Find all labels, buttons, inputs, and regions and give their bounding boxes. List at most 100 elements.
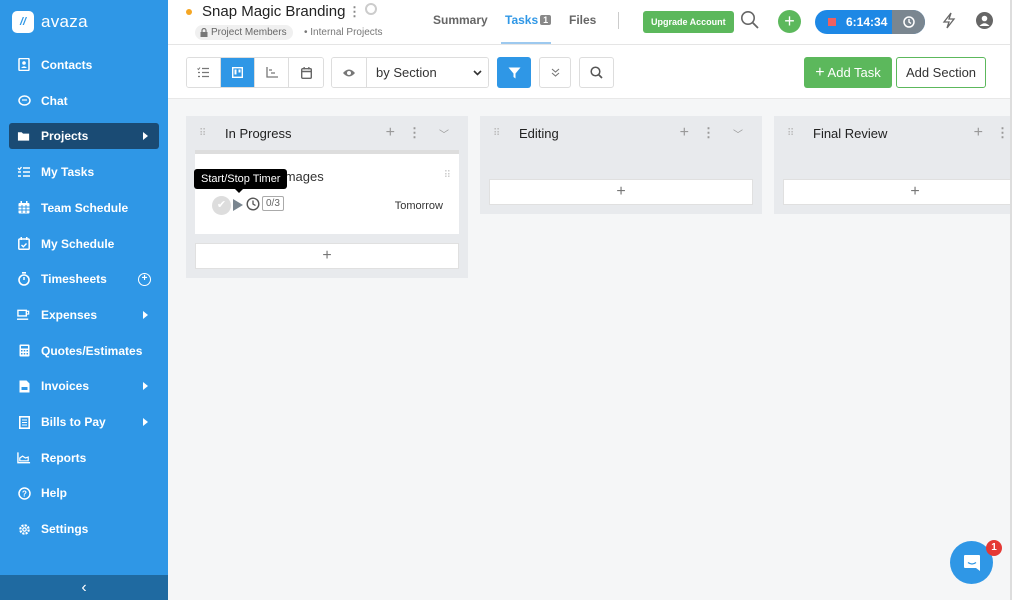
chat-notification-badge: 1 <box>986 540 1002 556</box>
help-icon: ? <box>17 486 31 500</box>
user-avatar-icon[interactable] <box>976 12 993 29</box>
add-task-to-column-icon[interactable]: + <box>386 124 395 142</box>
kanban-icon <box>232 67 243 78</box>
submenu-arrow-icon <box>143 132 148 141</box>
logo-text: avaza <box>41 12 88 31</box>
collapse-sidebar-button[interactable]: ‹ <box>0 575 168 600</box>
cup-icon <box>17 308 31 322</box>
tab-tasks-label: Tasks <box>505 13 539 27</box>
tasks-icon <box>17 165 31 179</box>
filter-button[interactable] <box>497 57 531 88</box>
view-switcher <box>186 57 324 88</box>
column-title[interactable]: Final Review <box>813 126 887 141</box>
sidebar-item-label: Quotes/Estimates <box>41 343 143 358</box>
drag-handle-icon[interactable]: ⠿ <box>199 128 217 139</box>
project-complete-toggle[interactable] <box>365 3 377 15</box>
add-task-to-column-icon[interactable]: + <box>974 124 983 142</box>
collapse-all-button[interactable] <box>539 57 571 88</box>
add-task-row-button[interactable]: + <box>783 179 1012 205</box>
calendar-check-icon <box>17 237 31 251</box>
list-view-button[interactable] <box>187 58 221 87</box>
board-view-button[interactable] <box>221 58 255 87</box>
collapse-column-icon[interactable]: ﹀ <box>733 126 743 141</box>
upgrade-account-button[interactable]: Upgrade Account <box>643 11 734 33</box>
board-column: ⠿ Final Review + ⋮ ﹀ + <box>774 116 1012 214</box>
top-bar: Snap Magic Branding ⋮ Project Members • … <box>168 0 1012 45</box>
sidebar-item-timesheets[interactable]: Timesheets + <box>0 261 168 297</box>
running-timer[interactable]: 6:14:34 <box>815 10 925 34</box>
global-search-icon[interactable] <box>740 10 760 35</box>
task-due-date[interactable]: Tomorrow <box>395 200 443 212</box>
tab-tasks[interactable]: Tasks 1 <box>505 13 552 27</box>
contacts-icon <box>17 58 31 72</box>
chevron-down-icon <box>473 69 482 76</box>
visibility-toggle-button[interactable] <box>332 58 367 87</box>
add-task-button[interactable]: + Add Task <box>804 57 892 88</box>
submenu-arrow-icon <box>143 418 148 427</box>
calendar-icon <box>17 201 31 215</box>
sidebar-item-contacts[interactable]: Contacts <box>0 47 168 83</box>
sidebar-item-reports[interactable]: Reports <box>0 440 168 476</box>
add-task-to-column-icon[interactable]: + <box>680 124 689 142</box>
subtask-count: 0/3 <box>262 196 284 211</box>
timer-stop-button[interactable]: 6:14:34 <box>815 10 892 34</box>
column-title[interactable]: Editing <box>519 126 559 141</box>
add-timesheet-icon[interactable]: + <box>138 272 151 286</box>
task-search-button[interactable] <box>579 57 614 88</box>
tab-files[interactable]: Files <box>569 13 596 27</box>
column-title[interactable]: In Progress <box>225 126 291 141</box>
project-category[interactable]: • Internal Projects <box>304 27 383 38</box>
app-logo[interactable]: // avaza <box>0 0 168 44</box>
group-by-select[interactable]: by Section <box>367 58 488 87</box>
clock-icon <box>902 16 915 28</box>
drag-handle-icon[interactable]: ⠿ <box>787 128 805 139</box>
sidebar-item-expenses[interactable]: Expenses <box>0 297 168 333</box>
drag-handle-icon[interactable]: ⠿ <box>493 128 511 139</box>
group-by-value: by Section <box>376 65 437 80</box>
column-header: ⠿ Editing + ⋮ ﹀ <box>489 116 753 150</box>
tasks-count-badge: 1 <box>540 15 552 25</box>
visibility-badge[interactable]: Project Members <box>195 25 293 40</box>
add-task-row-button[interactable]: + <box>489 179 753 205</box>
sidebar-item-team-schedule[interactable]: Team Schedule <box>0 190 168 226</box>
sidebar-item-my-tasks[interactable]: My Tasks <box>0 154 168 190</box>
gantt-view-button[interactable] <box>255 58 289 87</box>
sidebar-item-quotes-estimates[interactable]: Quotes/Estimates <box>0 333 168 369</box>
sidebar-item-invoices[interactable]: Invoices <box>0 369 168 405</box>
add-task-label: Add Task <box>827 65 881 80</box>
logo-mark-icon: // <box>12 11 34 33</box>
clock-icon[interactable] <box>246 197 260 216</box>
drag-handle-icon[interactable]: ⠿ <box>444 170 451 181</box>
chevron-left-icon: ‹ <box>81 578 87 596</box>
project-menu-icon[interactable]: ⋮ <box>348 4 361 20</box>
sidebar-item-projects[interactable]: Projects <box>9 123 159 150</box>
search-icon <box>590 66 603 79</box>
stopwatch-icon <box>17 272 31 287</box>
column-menu-icon[interactable]: ⋮ <box>996 125 1009 141</box>
sidebar-item-help[interactable]: ? Help <box>0 476 168 512</box>
sidebar-item-settings[interactable]: Settings <box>0 511 168 547</box>
timesheet-clock-button[interactable] <box>892 10 925 34</box>
column-menu-icon[interactable]: ⋮ <box>408 125 421 141</box>
play-timer-icon[interactable] <box>233 199 243 211</box>
sidebar-item-my-schedule[interactable]: My Schedule <box>0 226 168 262</box>
sidebar-item-label: My Tasks <box>41 165 95 180</box>
complete-task-checkbox[interactable]: ✔ <box>212 196 231 215</box>
sidebar: // avaza Contacts Chat Projects My Tasks… <box>0 0 168 600</box>
collapse-column-icon[interactable]: ﹀ <box>439 126 449 141</box>
add-section-button[interactable]: Add Section <box>896 57 986 88</box>
sidebar-item-label: Settings <box>41 522 89 537</box>
tab-summary[interactable]: Summary <box>433 13 488 27</box>
plus-icon: + <box>815 63 825 81</box>
sidebar-item-bills-to-pay[interactable]: Bills to Pay <box>0 404 168 440</box>
sidebar-item-label: Expenses <box>41 307 98 322</box>
sidebar-item-chat[interactable]: Chat <box>0 83 168 119</box>
add-task-row-button[interactable]: + <box>195 243 459 269</box>
column-menu-icon[interactable]: ⋮ <box>702 125 715 141</box>
calendar-view-button[interactable] <box>289 58 323 87</box>
quick-add-button[interactable]: + <box>778 10 801 33</box>
sidebar-item-label: Bills to Pay <box>41 415 106 430</box>
lightning-icon[interactable] <box>942 12 956 33</box>
gear-icon <box>17 522 31 536</box>
submenu-arrow-icon <box>143 382 148 391</box>
